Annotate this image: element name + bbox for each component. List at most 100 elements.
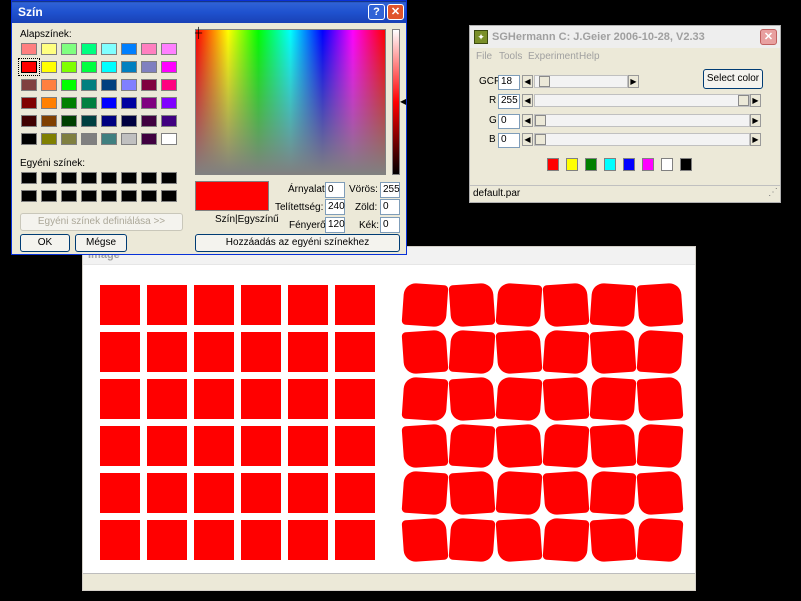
basic-color-swatch[interactable] <box>141 79 157 91</box>
preset-color-swatch[interactable] <box>623 158 635 171</box>
color-spectrum[interactable]: ┼ <box>195 28 386 175</box>
basic-color-swatch[interactable] <box>21 133 37 145</box>
basic-color-swatch[interactable] <box>21 43 37 55</box>
resize-grip-icon[interactable]: ⋰ <box>768 187 778 198</box>
basic-color-swatch[interactable] <box>121 115 137 127</box>
luminance-slider[interactable] <box>392 29 400 175</box>
custom-color-swatch[interactable] <box>61 172 77 184</box>
slider-value-input[interactable]: 0 <box>498 114 520 129</box>
basic-color-swatch[interactable] <box>141 61 157 73</box>
basic-color-swatch[interactable] <box>121 97 137 109</box>
define-custom-colors-button[interactable]: Egyéni színek definiálása >> <box>20 213 183 231</box>
basic-color-swatch[interactable] <box>21 115 37 127</box>
basic-color-swatch[interactable] <box>101 133 117 145</box>
color-dialog-titlebar[interactable]: Szín ? ✕ <box>12 1 406 23</box>
basic-color-swatch[interactable] <box>81 61 97 73</box>
slider-right-arrow-icon[interactable]: ▶ <box>750 133 761 146</box>
menu-file[interactable]: File <box>476 51 492 62</box>
basic-color-swatch[interactable] <box>41 79 57 91</box>
basic-color-swatch[interactable] <box>121 133 137 145</box>
basic-color-swatch[interactable] <box>101 43 117 55</box>
custom-color-swatch[interactable] <box>81 172 97 184</box>
green-input[interactable]: 0 <box>380 199 400 215</box>
slider-track[interactable] <box>534 94 750 107</box>
basic-color-swatch[interactable] <box>161 43 177 55</box>
basic-color-swatch[interactable] <box>41 43 57 55</box>
preset-color-swatch[interactable] <box>680 158 692 171</box>
basic-color-swatch[interactable] <box>81 79 97 91</box>
basic-color-swatch[interactable] <box>161 97 177 109</box>
slider-track[interactable] <box>534 75 628 88</box>
basic-color-swatch[interactable] <box>161 115 177 127</box>
basic-color-swatch[interactable] <box>101 79 117 91</box>
basic-color-swatch[interactable] <box>141 97 157 109</box>
basic-color-swatch[interactable] <box>41 115 57 127</box>
slider-thumb[interactable] <box>738 95 749 106</box>
basic-color-swatch[interactable] <box>121 61 137 73</box>
custom-color-swatch[interactable] <box>101 190 117 202</box>
slider-thumb[interactable] <box>539 76 550 87</box>
preset-color-swatch[interactable] <box>642 158 654 171</box>
basic-color-swatch[interactable] <box>81 97 97 109</box>
basic-color-swatch[interactable] <box>161 79 177 91</box>
custom-color-swatch[interactable] <box>121 190 137 202</box>
basic-color-swatch[interactable] <box>41 97 57 109</box>
saturation-input[interactable]: 240 <box>325 199 345 215</box>
menu-help[interactable]: Help <box>579 51 600 62</box>
help-button[interactable]: ? <box>368 4 385 20</box>
luminance-arrow-icon[interactable]: ◀ <box>400 97 406 106</box>
slider-value-input[interactable]: 0 <box>498 133 520 148</box>
slider-track[interactable] <box>534 114 750 127</box>
basic-color-swatch[interactable] <box>21 79 37 91</box>
basic-color-swatch[interactable] <box>61 133 77 145</box>
preset-color-swatch[interactable] <box>661 158 673 171</box>
image-window[interactable]: Image <box>82 246 696 591</box>
slider-right-arrow-icon[interactable]: ▶ <box>628 75 639 88</box>
close-button[interactable]: ✕ <box>387 4 404 20</box>
custom-color-swatch[interactable] <box>121 172 137 184</box>
custom-color-swatch[interactable] <box>61 190 77 202</box>
basic-color-swatch[interactable] <box>121 43 137 55</box>
basic-color-swatch[interactable] <box>141 133 157 145</box>
basic-color-swatch[interactable] <box>41 61 57 73</box>
ok-button[interactable]: OK <box>20 234 70 252</box>
basic-color-swatch[interactable] <box>81 133 97 145</box>
basic-color-swatch[interactable] <box>81 43 97 55</box>
slider-thumb[interactable] <box>535 115 546 126</box>
basic-color-swatch[interactable] <box>81 115 97 127</box>
custom-color-swatch[interactable] <box>141 172 157 184</box>
basic-color-swatch[interactable] <box>141 43 157 55</box>
menu-experiment[interactable]: Experiment <box>528 51 579 62</box>
slider-track[interactable] <box>534 133 750 146</box>
preset-color-swatch[interactable] <box>566 158 578 171</box>
custom-color-swatch[interactable] <box>101 172 117 184</box>
basic-color-swatch[interactable] <box>61 61 77 73</box>
slider-left-arrow-icon[interactable]: ◀ <box>522 114 533 127</box>
basic-color-swatch[interactable] <box>141 115 157 127</box>
slider-right-arrow-icon[interactable]: ▶ <box>750 114 761 127</box>
slider-left-arrow-icon[interactable]: ◀ <box>522 133 533 146</box>
basic-color-swatch[interactable] <box>18 58 40 76</box>
custom-color-swatch[interactable] <box>161 172 177 184</box>
menu-tools[interactable]: Tools <box>499 51 522 62</box>
basic-color-swatch[interactable] <box>61 79 77 91</box>
sghermann-titlebar[interactable]: ✦ SGHermann C: J.Geier 2006-10-28, V2.33… <box>470 26 780 48</box>
sghermann-window[interactable]: ✦ SGHermann C: J.Geier 2006-10-28, V2.33… <box>469 25 781 203</box>
slider-thumb[interactable] <box>535 134 546 145</box>
basic-color-swatch[interactable] <box>61 43 77 55</box>
basic-color-swatch[interactable] <box>61 115 77 127</box>
slider-left-arrow-icon[interactable]: ◀ <box>522 94 533 107</box>
preset-color-swatch[interactable] <box>604 158 616 171</box>
preset-color-swatch[interactable] <box>547 158 559 171</box>
custom-color-swatch[interactable] <box>81 190 97 202</box>
custom-color-swatch[interactable] <box>41 190 57 202</box>
red-input[interactable]: 255 <box>380 182 400 198</box>
hue-input[interactable]: 0 <box>325 182 345 198</box>
sghermann-close-button[interactable]: ✕ <box>760 29 777 45</box>
basic-color-swatch[interactable] <box>61 97 77 109</box>
color-dialog[interactable]: Szín ? ✕ Alapszínek: Egyéni színek: Egyé… <box>11 0 407 255</box>
preset-color-swatch[interactable] <box>585 158 597 171</box>
luminance-input[interactable]: 120 <box>325 217 345 233</box>
basic-color-swatch[interactable] <box>121 79 137 91</box>
custom-color-swatch[interactable] <box>161 190 177 202</box>
